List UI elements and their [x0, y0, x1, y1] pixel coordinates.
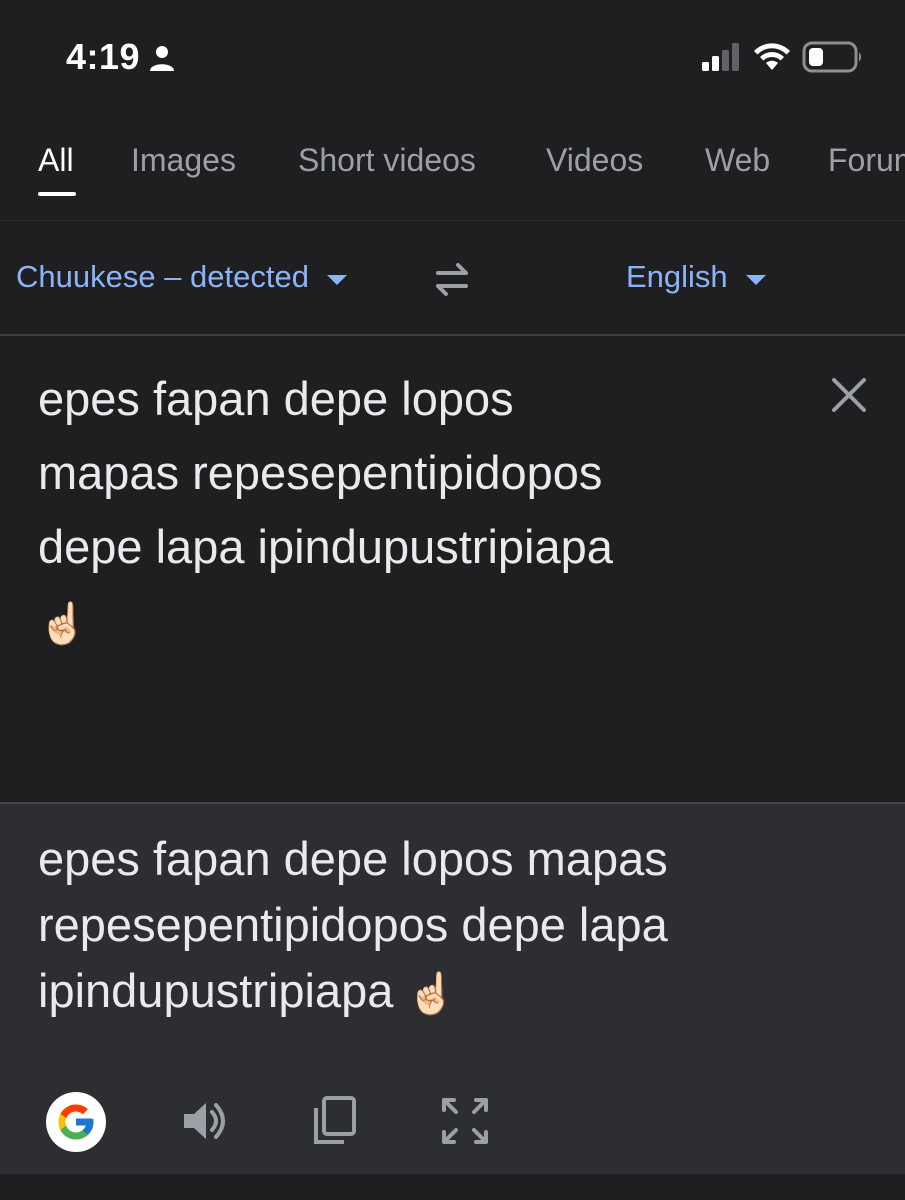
- status-bar: 4:19: [0, 0, 905, 110]
- pointing-up-emoji: ☝🏻: [406, 971, 457, 1017]
- tab-web[interactable]: Web: [705, 142, 770, 179]
- tab-short-videos[interactable]: Short videos: [298, 142, 476, 179]
- target-language-selector[interactable]: English: [626, 259, 766, 295]
- result-line: ipindupustripiapa: [38, 964, 394, 1017]
- search-tabs: All Images Short videos Videos Web Forum…: [0, 110, 905, 221]
- source-language-label: Chuukese – detected: [16, 259, 309, 294]
- signal-icon: [702, 43, 739, 71]
- wifi-icon: [754, 43, 790, 70]
- result-line: epes fapan depe lopos mapas: [38, 832, 668, 885]
- google-logo-icon[interactable]: [46, 1092, 106, 1152]
- chevron-down-icon: [327, 275, 347, 285]
- source-line: depe lapa ipindupustripiapa: [38, 520, 613, 573]
- swap-arrows-icon[interactable]: [428, 259, 476, 299]
- source-line: mapas repesepentipidopos: [38, 446, 603, 499]
- tab-images[interactable]: Images: [131, 142, 236, 179]
- result-actions: [0, 1086, 905, 1156]
- source-language-selector[interactable]: Chuukese – detected: [16, 259, 347, 295]
- source-line: epes fapan depe lopos: [38, 372, 514, 425]
- tab-all[interactable]: All: [38, 142, 74, 179]
- person-icon: [150, 46, 174, 71]
- result-line: repesepentipidopos depe lapa: [38, 898, 668, 951]
- status-clock: 4:19: [66, 36, 141, 77]
- pointing-up-emoji: ☝🏻: [38, 601, 88, 647]
- tab-forums[interactable]: Forums: [828, 142, 905, 179]
- source-text[interactable]: epes fapan depe lopos mapas repesepentip…: [38, 362, 798, 661]
- active-tab-indicator: [38, 192, 76, 196]
- target-language-label: English: [626, 259, 728, 294]
- source-text-area[interactable]: epes fapan depe lopos mapas repesepentip…: [0, 336, 905, 802]
- translation-result-panel: epes fapan depe lopos mapas repesepentip…: [0, 802, 905, 1176]
- bottom-strip: [0, 1174, 905, 1200]
- fullscreen-icon[interactable]: [438, 1094, 492, 1148]
- chevron-down-icon: [745, 275, 766, 285]
- language-bar: Chuukese – detected English: [0, 221, 905, 336]
- translation-text: epes fapan depe lopos mapas repesepentip…: [38, 826, 878, 1027]
- battery-icon: [802, 41, 861, 73]
- copy-icon[interactable]: [308, 1094, 362, 1148]
- close-icon[interactable]: [830, 376, 868, 414]
- tab-videos[interactable]: Videos: [546, 142, 643, 179]
- speaker-icon[interactable]: [178, 1094, 232, 1148]
